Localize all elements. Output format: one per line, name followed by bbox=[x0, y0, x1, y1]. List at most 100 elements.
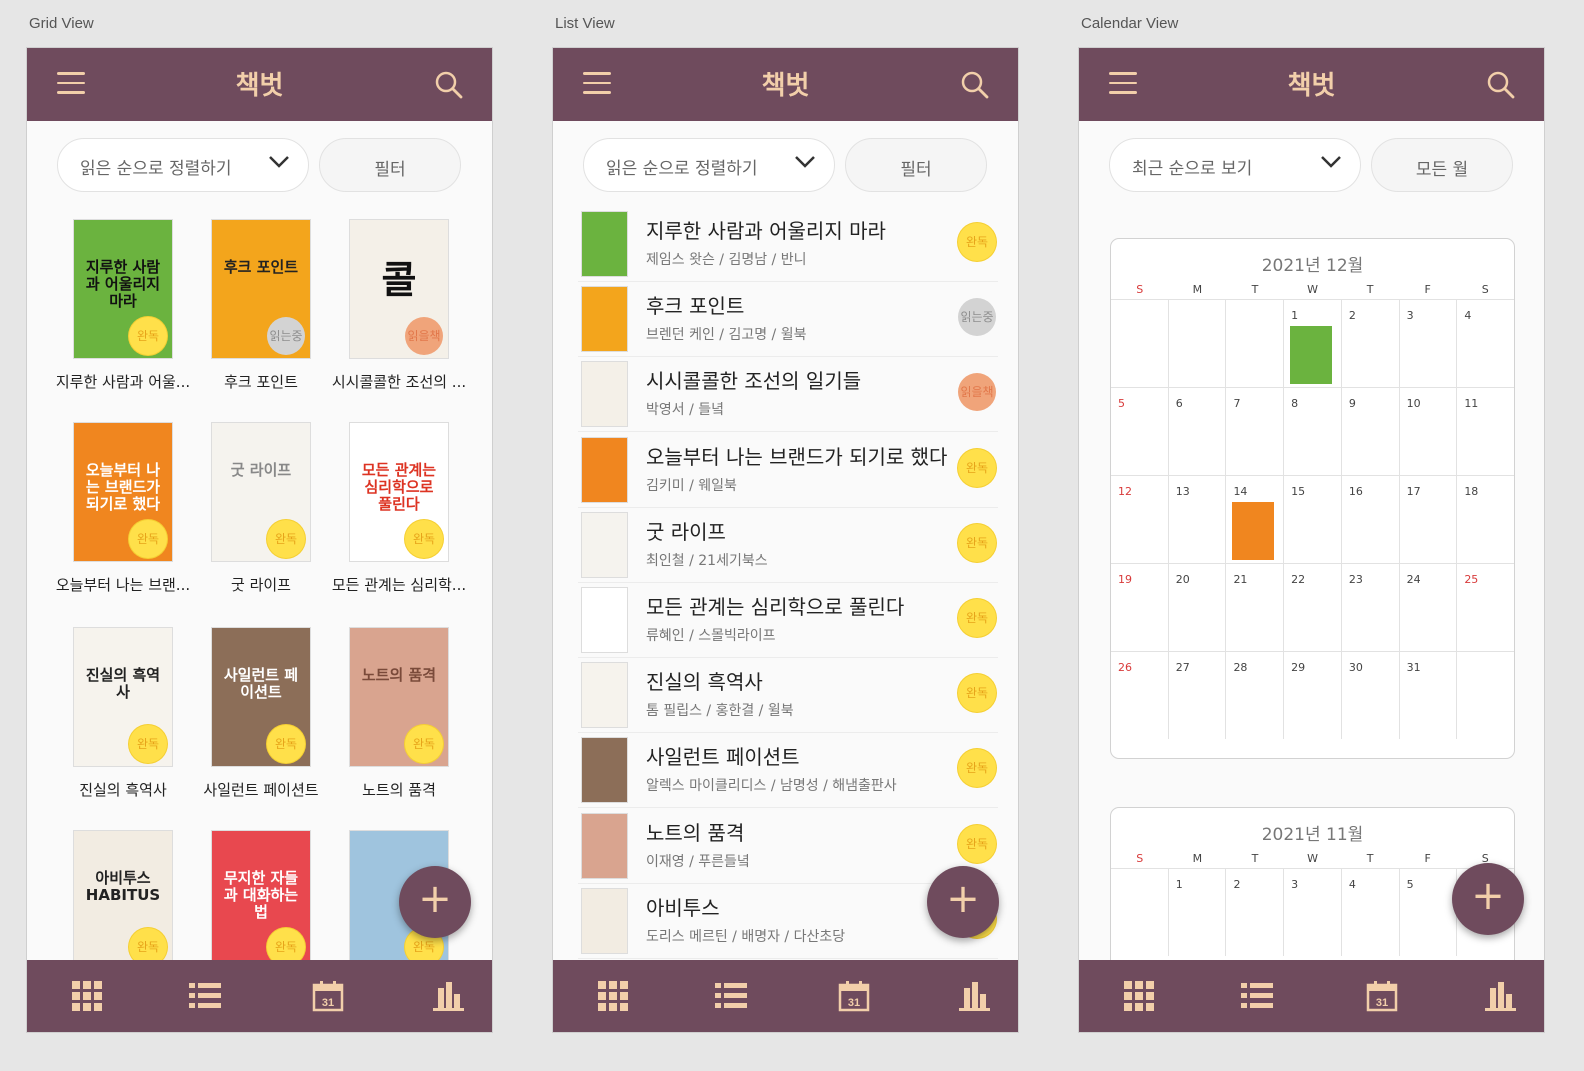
calendar-day[interactable]: 9 bbox=[1342, 388, 1400, 475]
list-item[interactable]: 지루한 사람과 어울리지 마라 제임스 왓슨 / 김명남 / 반니 완독 bbox=[578, 207, 998, 282]
book-caption: 오늘부터 나는 브랜... bbox=[55, 576, 191, 594]
calendar-day[interactable] bbox=[1457, 652, 1514, 739]
calendar-day[interactable]: 25 bbox=[1457, 564, 1514, 651]
book-caption: 지루한 사람과 어울... bbox=[55, 373, 191, 391]
sort-dropdown[interactable]: 최근 순으로 보기 bbox=[1109, 138, 1361, 192]
calendar-day[interactable]: 30 bbox=[1342, 652, 1400, 739]
day-number: 5 bbox=[1118, 397, 1125, 410]
app-title: 책벗 bbox=[761, 71, 810, 101]
book-title: 사일런트 페이션트 bbox=[646, 745, 800, 770]
calendar-view-icon[interactable]: 31 bbox=[836, 978, 872, 1014]
calendar-day[interactable]: 15 bbox=[1284, 476, 1342, 563]
day-number: 21 bbox=[1233, 573, 1248, 586]
list-item[interactable]: 후크 포인트 브렌던 케인 / 김고명 / 윌북 읽는중 bbox=[578, 282, 998, 358]
calendar-day[interactable]: 13 bbox=[1169, 476, 1227, 563]
grid-view-icon[interactable] bbox=[1121, 978, 1157, 1014]
stats-icon[interactable] bbox=[430, 978, 466, 1014]
calendar-day[interactable]: 8 bbox=[1284, 388, 1342, 475]
list-view-icon[interactable] bbox=[713, 978, 749, 1014]
grid-view-icon[interactable] bbox=[595, 978, 631, 1014]
calendar-view-icon[interactable]: 31 bbox=[310, 978, 346, 1014]
book-title: 후크 포인트 bbox=[646, 294, 745, 319]
calendar-day[interactable]: 2 bbox=[1342, 300, 1400, 387]
calendar-day[interactable]: 1 bbox=[1169, 869, 1227, 956]
calendar-day[interactable]: 20 bbox=[1169, 564, 1227, 651]
list-item[interactable]: 노트의 품격 이재영 / 푸른들녘 완독 bbox=[578, 809, 998, 884]
calendar-day[interactable] bbox=[1111, 869, 1169, 956]
month-filter-button[interactable]: 모든 월 bbox=[1371, 138, 1513, 192]
day-number: 28 bbox=[1233, 661, 1248, 674]
list-item[interactable]: 모든 관계는 심리학으로 풀린다 류혜인 / 스몰빅라이프 완독 bbox=[578, 583, 998, 658]
calendar-day[interactable]: 14 bbox=[1226, 476, 1285, 563]
search-icon[interactable] bbox=[1486, 70, 1516, 100]
stats-icon[interactable] bbox=[1482, 978, 1518, 1014]
book-caption: 후크 포인트 bbox=[224, 373, 298, 391]
calendar-day[interactable]: 17 bbox=[1400, 476, 1458, 563]
list-item[interactable]: 사일런트 페이션트 알렉스 마이클리디스 / 남명성 / 해냄출판사 완독 bbox=[578, 733, 998, 809]
list-item[interactable]: 진실의 흑역사 톰 필립스 / 홍한결 / 윌북 완독 bbox=[578, 658, 998, 734]
calendar-day[interactable]: 22 bbox=[1284, 564, 1342, 651]
calendar-day[interactable]: 6 bbox=[1169, 388, 1227, 475]
calendar-day[interactable] bbox=[1169, 300, 1227, 387]
search-icon[interactable] bbox=[960, 70, 990, 100]
book-caption: 굿 라이프 bbox=[231, 576, 291, 594]
weekday-header: SMTWTFS bbox=[1111, 852, 1514, 868]
calendar-day[interactable]: 3 bbox=[1400, 300, 1458, 387]
filter-button[interactable]: 필터 bbox=[845, 138, 987, 192]
calendar-day[interactable]: 23 bbox=[1342, 564, 1400, 651]
add-book-fab[interactable]: + bbox=[399, 866, 471, 938]
weekday-label: W bbox=[1307, 852, 1318, 865]
list-view-icon[interactable] bbox=[187, 978, 223, 1014]
calendar-day[interactable]: 18 bbox=[1457, 476, 1514, 563]
list-view-label: List View bbox=[555, 15, 615, 32]
cover-title: 진실의 흑역사 bbox=[85, 665, 161, 701]
grid-view-icon[interactable] bbox=[69, 978, 105, 1014]
cover-title: 오늘부터 나는 브랜드가 되기로 했다 bbox=[85, 460, 161, 514]
calendar-day[interactable]: 27 bbox=[1169, 652, 1227, 739]
sort-dropdown[interactable]: 읽은 순으로 정렬하기 bbox=[583, 138, 835, 192]
status-badge: 완독 bbox=[958, 674, 996, 713]
calendar-day[interactable]: 4 bbox=[1457, 300, 1514, 387]
filter-button[interactable]: 필터 bbox=[319, 138, 461, 192]
calendar-day[interactable] bbox=[1111, 300, 1169, 387]
calendar-day[interactable]: 28 bbox=[1226, 652, 1285, 739]
list-item[interactable]: 굿 라이프 최인철 / 21세기북스 완독 bbox=[578, 508, 998, 583]
calendar-day[interactable]: 3 bbox=[1284, 869, 1342, 956]
calendar-day[interactable]: 1 bbox=[1284, 300, 1342, 387]
calendar-day[interactable]: 31 bbox=[1400, 652, 1458, 739]
add-book-fab[interactable]: + bbox=[927, 866, 999, 938]
weekday-label: T bbox=[1251, 852, 1259, 865]
calendar-day[interactable]: 5 bbox=[1111, 388, 1169, 475]
add-book-fab[interactable]: + bbox=[1452, 863, 1524, 935]
book-caption: 사일런트 페이션트 bbox=[203, 781, 319, 799]
sort-dropdown[interactable]: 읽은 순으로 정렬하기 bbox=[57, 138, 309, 192]
calendar-day[interactable]: 2 bbox=[1226, 869, 1285, 956]
calendar-day[interactable]: 19 bbox=[1111, 564, 1169, 651]
calendar-day[interactable]: 12 bbox=[1111, 476, 1169, 563]
calendar-day[interactable]: 5 bbox=[1400, 869, 1458, 956]
list-item[interactable]: 시시콜콜한 조선의 일기들 박영서 / 들녘 읽을책 bbox=[578, 357, 998, 433]
search-icon[interactable] bbox=[434, 70, 464, 100]
day-number: 2 bbox=[1233, 878, 1241, 891]
calendar-day[interactable] bbox=[1226, 300, 1285, 387]
list-view-icon[interactable] bbox=[1239, 978, 1275, 1014]
calendar-day[interactable]: 10 bbox=[1400, 388, 1458, 475]
day-number: 18 bbox=[1464, 485, 1479, 498]
book-title: 노트의 품격 bbox=[646, 820, 745, 845]
calendar-day[interactable]: 21 bbox=[1226, 564, 1285, 651]
day-number: 11 bbox=[1464, 397, 1479, 410]
calendar-day[interactable]: 7 bbox=[1226, 388, 1285, 475]
calendar-day[interactable]: 29 bbox=[1284, 652, 1342, 739]
read-book-thumbnail[interactable] bbox=[1232, 502, 1275, 560]
calendar-day[interactable]: 11 bbox=[1457, 388, 1514, 475]
calendar-day[interactable]: 26 bbox=[1111, 652, 1169, 739]
calendar-view-icon[interactable]: 31 bbox=[1364, 978, 1400, 1014]
book-thumbnail bbox=[581, 887, 628, 954]
calendar-day[interactable]: 24 bbox=[1400, 564, 1458, 651]
list-item[interactable]: 오늘부터 나는 브랜드가 되기로 했다 김키미 / 웨일북 완독 bbox=[578, 433, 998, 508]
grid-view-screen: 책벗 읽은 순으로 정렬하기 필터 지루한 사람과 어울리지 마라 완독 지루한 사… bbox=[26, 47, 493, 1033]
calendar-day[interactable]: 16 bbox=[1342, 476, 1400, 563]
calendar-day[interactable]: 4 bbox=[1342, 869, 1400, 956]
stats-icon[interactable] bbox=[956, 978, 992, 1014]
read-book-thumbnail[interactable] bbox=[1290, 326, 1333, 384]
